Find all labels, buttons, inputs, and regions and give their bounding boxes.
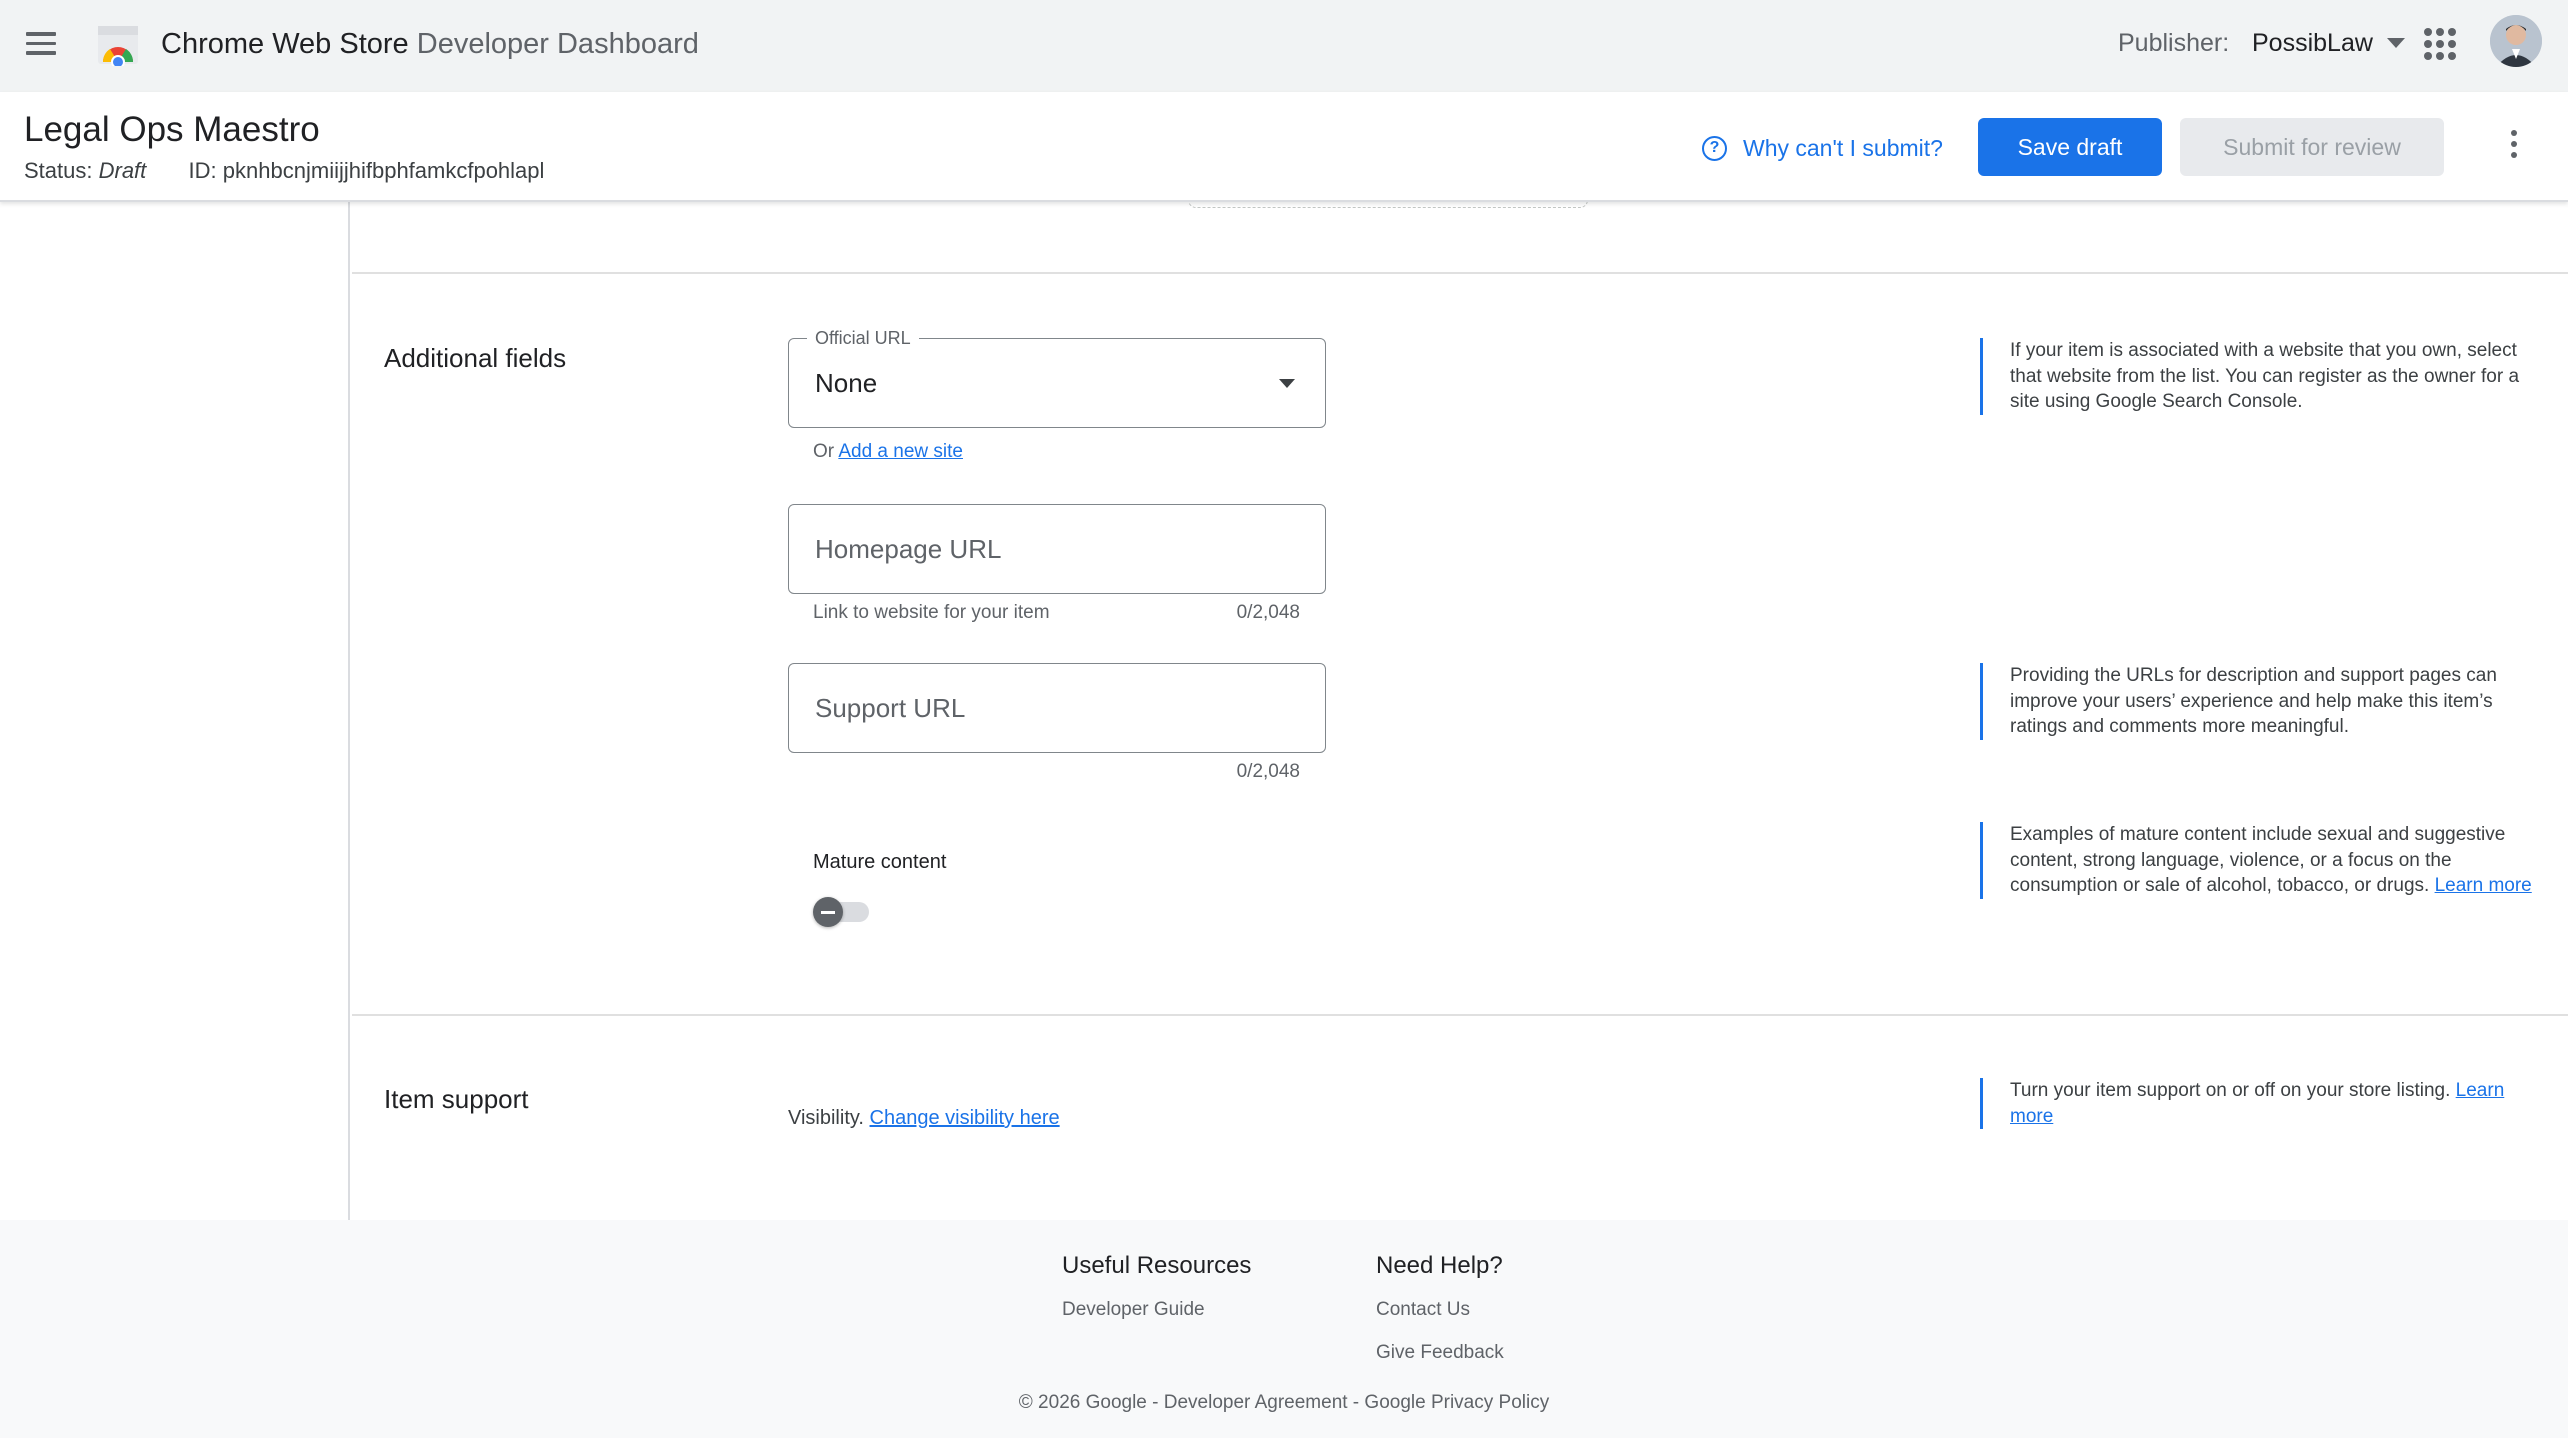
dropdown-arrow-icon	[1279, 379, 1295, 388]
mature-learn-more-link[interactable]: Learn more	[2435, 875, 2532, 896]
support-url-placeholder: Support URL	[815, 693, 966, 723]
mature-content-toggle[interactable]	[813, 897, 873, 927]
why-cant-submit-label: Why can't I submit?	[1743, 135, 1943, 161]
app-title: Chrome Web Store Developer Dashboard	[161, 24, 699, 64]
mature-content-note: Examples of mature content include sexua…	[1980, 822, 2550, 899]
footer-give-feedback-link[interactable]: Give Feedback	[1376, 1340, 1504, 1366]
menu-icon[interactable]	[26, 28, 58, 60]
footer: Useful Resources Developer Guide Need He…	[0, 1220, 2568, 1438]
app-bar: Chrome Web Store Developer Dashboard Pub…	[0, 0, 2568, 92]
homepage-url-counter: 0/2,048	[1236, 602, 1300, 623]
support-url-counter: 0/2,048	[1236, 761, 1300, 782]
visibility-label: Visibility.	[788, 1107, 864, 1129]
item-header: Legal Ops Maestro Status: Draft ID: pknh…	[0, 92, 2568, 202]
id-label: ID:	[188, 158, 217, 183]
support-url-input[interactable]: Support URL	[788, 663, 1326, 753]
chrome-web-store-logo	[98, 26, 138, 66]
add-new-site-link[interactable]: Add a new site	[838, 441, 963, 462]
publisher-select[interactable]: PossibLaw	[2252, 25, 2405, 61]
more-vert-icon[interactable]	[2508, 130, 2520, 164]
publisher-value: PossibLaw	[2252, 29, 2373, 57]
save-draft-button[interactable]: Save draft	[1978, 118, 2162, 176]
support-url-note: Providing the URLs for description and s…	[1980, 663, 2550, 740]
change-visibility-link[interactable]: Change visibility here	[870, 1107, 1060, 1129]
visibility-text: Visibility. Change visibility here	[788, 1104, 1060, 1132]
help-icon: ?	[1702, 135, 1727, 161]
item-status: Status: Draft ID: pknhbcnjmiijjhifbphfam…	[24, 156, 544, 186]
section-divider	[352, 1014, 2568, 1016]
section-title-additional-fields: Additional fields	[384, 343, 567, 373]
footer-copyright: © 2026 Google - Developer Agreement - Go…	[1018, 1392, 1550, 1413]
official-url-value: None	[815, 368, 878, 398]
app-title-sub: Developer Dashboard	[416, 28, 699, 60]
footer-contact-us-link[interactable]: Contact Us	[1376, 1297, 1470, 1323]
footer-need-help-title: Need Help?	[1376, 1252, 1503, 1279]
official-url-label: Official URL	[807, 326, 919, 350]
section-divider	[352, 272, 2568, 274]
toggle-knob	[813, 897, 843, 927]
footer-developer-guide-link[interactable]: Developer Guide	[1062, 1297, 1205, 1323]
left-nav	[0, 202, 350, 1220]
submit-for-review-button[interactable]: Submit for review	[2180, 118, 2444, 176]
official-url-note: If your item is associated with a websit…	[1980, 338, 2550, 415]
publisher-label: Publisher:	[2118, 29, 2230, 57]
item-support-note-text: Turn your item support on or off on your…	[2010, 1080, 2451, 1101]
caret-down-icon	[2386, 38, 2405, 48]
homepage-url-input[interactable]: Homepage URL	[788, 504, 1326, 594]
status-value: Draft	[98, 158, 147, 183]
id-value: pknhbcnjmiijjhifbphfamkcfpohlapl	[222, 158, 545, 183]
app-title-main: Chrome Web Store	[161, 28, 409, 60]
avatar[interactable]	[2490, 15, 2542, 67]
homepage-url-placeholder: Homepage URL	[815, 534, 1002, 564]
status-label: Status:	[24, 158, 93, 183]
item-support-note: Turn your item support on or off on your…	[1980, 1078, 2550, 1129]
why-cant-submit-link[interactable]: ? Why can't I submit?	[1702, 132, 1943, 164]
footer-useful-resources-title: Useful Resources	[1062, 1252, 1252, 1279]
homepage-url-helper: Link to website for your item	[813, 602, 1050, 623]
mature-note-text: Examples of mature content include sexua…	[2010, 824, 2506, 896]
official-url-select[interactable]: Official URL None	[788, 326, 1326, 428]
item-name: Legal Ops Maestro	[24, 110, 320, 149]
section-title-item-support: Item support	[384, 1084, 529, 1114]
apps-grid-icon[interactable]	[2424, 28, 2456, 60]
mature-content-label: Mature content	[813, 851, 947, 873]
official-url-hint-prefix: Or	[813, 441, 835, 462]
official-url-hint: Or Add a new site	[813, 439, 963, 465]
